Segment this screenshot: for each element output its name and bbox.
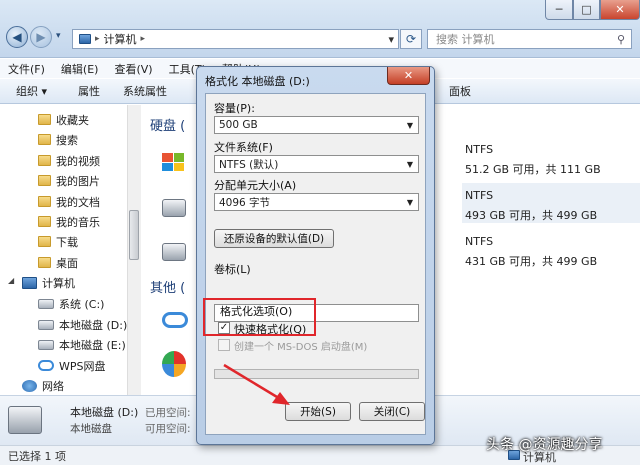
red-arrow-line bbox=[223, 363, 283, 402]
watermark-text: 头条 @资源趣分享 bbox=[486, 437, 603, 453]
red-arrow-annotation bbox=[223, 363, 290, 405]
red-arrow-head bbox=[272, 392, 290, 405]
